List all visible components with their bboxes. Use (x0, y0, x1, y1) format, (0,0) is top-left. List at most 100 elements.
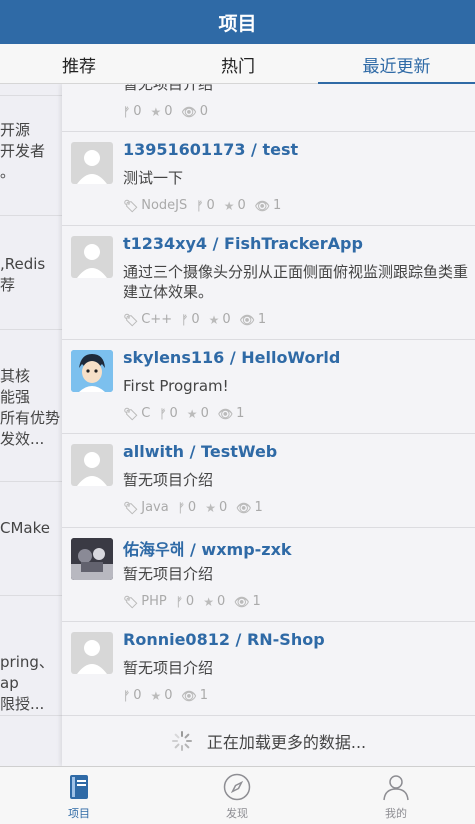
tab-profile[interactable]: 我的 (317, 767, 475, 824)
star-icon: ★ (150, 104, 162, 119)
project-title[interactable]: skylens116 / HelloWorld (123, 348, 340, 367)
avatar[interactable] (71, 632, 113, 674)
language-tag: 🏷 PHP (123, 594, 167, 609)
fork-value: 0 (185, 594, 195, 609)
item-text: 。 (0, 163, 16, 181)
watch-value: 1 (252, 594, 261, 609)
fork-icon: ᚠ (177, 500, 185, 515)
fork-count: ᚠ0 (196, 198, 214, 213)
tab-projects[interactable]: 项目 (0, 767, 158, 824)
list-item[interactable]: CMake (0, 482, 62, 596)
item-text: 其核 (0, 367, 31, 385)
fork-value: 0 (187, 500, 197, 515)
tab-recent[interactable]: 最近更新 (318, 44, 475, 84)
fork-icon: ᚠ (123, 688, 131, 703)
project-meta: 🏷 PHP ᚠ0 ★ 0 👁 1 (123, 594, 261, 609)
language-tag: 🏷 NodeJS (123, 198, 187, 213)
tab-label: 我的 (385, 806, 407, 820)
project-description: First Program! (123, 377, 229, 395)
fork-icon: ᚠ (196, 198, 204, 213)
fork-count: ᚠ0 (176, 594, 194, 609)
list-item[interactable]: pring、 ap 限授... (0, 596, 62, 716)
project-title[interactable]: Ronnie0812 / RN-Shop (123, 630, 325, 649)
avatar[interactable] (71, 444, 113, 486)
project-row[interactable]: Ronnie0812 / RN-Shop 暂无项目介绍 ᚠ0 ★ 0 👁 1 (62, 622, 475, 716)
project-list[interactable]: 暂无项目介绍 ᚠ0 ★ 0 👁 0 13951601173 / test 测试一下 … (62, 84, 475, 766)
language-value: NodeJS (141, 198, 188, 213)
eye-icon: 👁 (181, 104, 197, 119)
eye-icon: 👁 (236, 500, 252, 515)
tab-recommended[interactable]: 推荐 (0, 44, 158, 84)
avatar[interactable] (71, 142, 113, 184)
project-row[interactable]: 暂无项目介绍 ᚠ0 ★ 0 👁 0 (62, 84, 475, 132)
watch-count: 👁 1 (182, 688, 209, 703)
watch-value: 1 (257, 312, 267, 327)
item-text: CMake (0, 519, 50, 537)
eye-icon: 👁 (181, 688, 197, 703)
tab-label: 发现 (226, 806, 248, 820)
fork-value: 0 (169, 406, 178, 421)
content-area[interactable]: 开源 开发者 。 ,Redis 荐 其核 能强 所有优势 发效... CMake… (0, 84, 475, 766)
tab-popular[interactable]: 热门 (158, 44, 318, 84)
star-count: ★ 0 (187, 406, 209, 421)
project-description: 暂无项目介绍 (123, 565, 214, 583)
fork-count: ᚠ0 (123, 688, 141, 703)
project-title[interactable]: 佑海우해 / wxmp-zxk (123, 536, 292, 560)
project-meta: ᚠ0 ★ 0 👁 1 (123, 688, 208, 703)
project-description: 暂无项目介绍 (123, 84, 214, 93)
project-row[interactable]: 13951601173 / test 测试一下 🏷 NodeJS ᚠ0 ★ 0 👁 1 (62, 132, 475, 226)
fork-icon: ᚠ (123, 104, 131, 119)
avatar[interactable] (71, 538, 113, 580)
project-title[interactable]: t1234xy4 / FishTrackerApp (123, 234, 363, 253)
watch-count: 👁 1 (240, 312, 267, 327)
item-text: 所有优势 (0, 409, 61, 427)
fork-icon: ᚠ (159, 406, 167, 421)
eye-icon: 👁 (239, 312, 255, 327)
item-text: 能强 (0, 388, 31, 406)
fork-count: ᚠ0 (123, 104, 141, 119)
project-description: 暂无项目介绍 (123, 659, 214, 677)
language-tag: 🏷 Java (123, 500, 169, 515)
project-title[interactable]: allwith / TestWeb (123, 442, 277, 461)
avatar[interactable] (71, 350, 113, 392)
star-icon: ★ (223, 198, 235, 213)
watch-count: 👁 1 (236, 500, 263, 515)
star-icon: ★ (205, 500, 216, 515)
fork-icon: ᚠ (181, 312, 189, 327)
star-count: ★ 0 (209, 312, 231, 327)
project-title[interactable]: 13951601173 / test (123, 140, 298, 159)
project-meta: 🏷 C ᚠ0 ★ 0 👁 1 (123, 406, 244, 421)
loading-text: 正在加载更多的数据... (206, 733, 367, 752)
language-value: PHP (141, 594, 167, 609)
watch-count: 👁 1 (255, 198, 282, 213)
project-row[interactable]: allwith / TestWeb 暂无项目介绍 🏷 Java ᚠ0 ★ 0 👁 1 (62, 434, 475, 528)
previous-page-peek[interactable]: 开源 开发者 。 ,Redis 荐 其核 能强 所有优势 发效... CMake… (0, 84, 62, 766)
project-row[interactable]: skylens116 / HelloWorld First Program! 🏷… (62, 340, 475, 434)
compass-icon (223, 773, 251, 800)
item-text: 开发者 (0, 142, 46, 160)
tab-discover[interactable]: 发现 (158, 767, 316, 824)
list-item[interactable]: 其核 能强 所有优势 发效... (0, 330, 62, 482)
star-value: 0 (218, 500, 228, 515)
watch-value: 1 (199, 688, 209, 703)
project-row[interactable]: 佑海우해 / wxmp-zxk 暂无项目介绍 🏷 PHP ᚠ0 ★ 0 👁 1 (62, 528, 475, 622)
list-item[interactable]: 开源 开发者 。 (0, 96, 62, 216)
star-value: 0 (216, 594, 226, 609)
project-row[interactable]: t1234xy4 / FishTrackerApp 通过三个摄像头分别从正面侧面… (62, 226, 475, 340)
project-description: 暂无项目介绍 (123, 471, 214, 489)
list-item[interactable] (0, 84, 62, 96)
avatar[interactable] (71, 236, 113, 278)
item-text: 发效... (0, 430, 45, 448)
page-title: 项目 (218, 12, 257, 35)
star-icon: ★ (208, 312, 220, 327)
list-item[interactable]: ,Redis 荐 (0, 216, 62, 330)
star-count: ★ 0 (203, 594, 225, 609)
star-icon: ★ (186, 406, 198, 421)
book-icon (70, 774, 88, 799)
star-icon: ★ (150, 688, 162, 703)
star-value: 0 (237, 198, 246, 213)
tag-icon: 🏷 (123, 312, 139, 327)
spinner-icon (171, 730, 193, 752)
fork-count: ᚠ0 (178, 500, 196, 515)
tab-label: 项目 (68, 806, 90, 820)
